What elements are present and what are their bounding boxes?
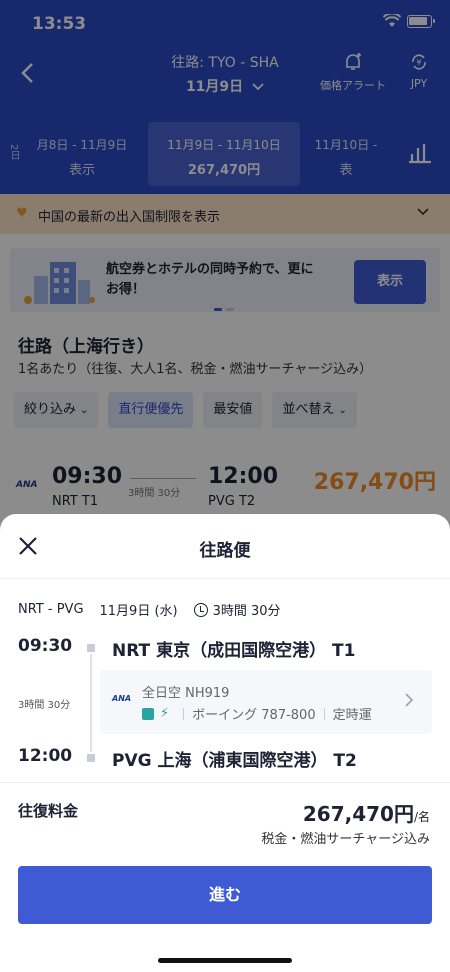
fare-price: 267,470円/名: [303, 798, 430, 827]
timeline-line: [90, 654, 92, 752]
app-screen: 13:53 往路: TYO - SHA 11月9日 価格アラート ¥ JPY 2…: [0, 0, 450, 972]
segment-duration: 3時間 30分: [18, 700, 71, 711]
departure-airport: NRT 東京（成田国際空港） T1: [112, 641, 356, 661]
punctuality: 定時運: [332, 708, 372, 723]
departure-time: 09:30: [18, 636, 73, 656]
flight-date: 11月9日 (水): [99, 604, 178, 619]
flight-segment-card[interactable]: ANA 全日空 NH919 ⚡ ボーイング 787-800 定時運: [100, 670, 432, 734]
timeline-node-arrival: [87, 754, 95, 762]
timeline-node-departure: [87, 644, 95, 652]
divider: [0, 782, 450, 783]
sheet-title: 往路便: [199, 541, 251, 561]
fare-note: 税金・燃油サーチャージ込み: [261, 832, 430, 847]
fare-label: 往復料金: [18, 802, 79, 820]
chevron-right-icon: [405, 693, 414, 707]
divider: [0, 578, 450, 579]
fare-price-value: 267,470円: [302, 802, 414, 826]
airline-logo: ANA: [112, 694, 132, 703]
flight-detail-sheet: 往路便 NRT - PVG 11月9日 (水) 3時間 30分 09:30 NR…: [0, 514, 450, 972]
aircraft-type: ボーイング 787-800: [192, 708, 316, 723]
fare-unit: /名: [413, 810, 430, 824]
route-code: NRT - PVG: [18, 602, 84, 617]
arrival-airport: PVG 上海（浦東国際空港） T2: [112, 751, 357, 771]
total-duration: 3時間 30分: [212, 604, 281, 619]
segment-details: ⚡ ボーイング 787-800 定時運: [142, 704, 372, 723]
clock-icon: [193, 602, 208, 617]
proceed-button[interactable]: 進む: [18, 866, 432, 924]
power-outlet-icon: ⚡: [160, 706, 170, 721]
flight-meta: NRT - PVG 11月9日 (水) 3時間 30分: [18, 600, 281, 619]
home-indicator: [158, 958, 292, 963]
entertainment-icon: [142, 707, 154, 720]
airline-flight-number: 全日空 NH919: [142, 686, 230, 701]
arrival-time: 12:00: [18, 746, 73, 766]
